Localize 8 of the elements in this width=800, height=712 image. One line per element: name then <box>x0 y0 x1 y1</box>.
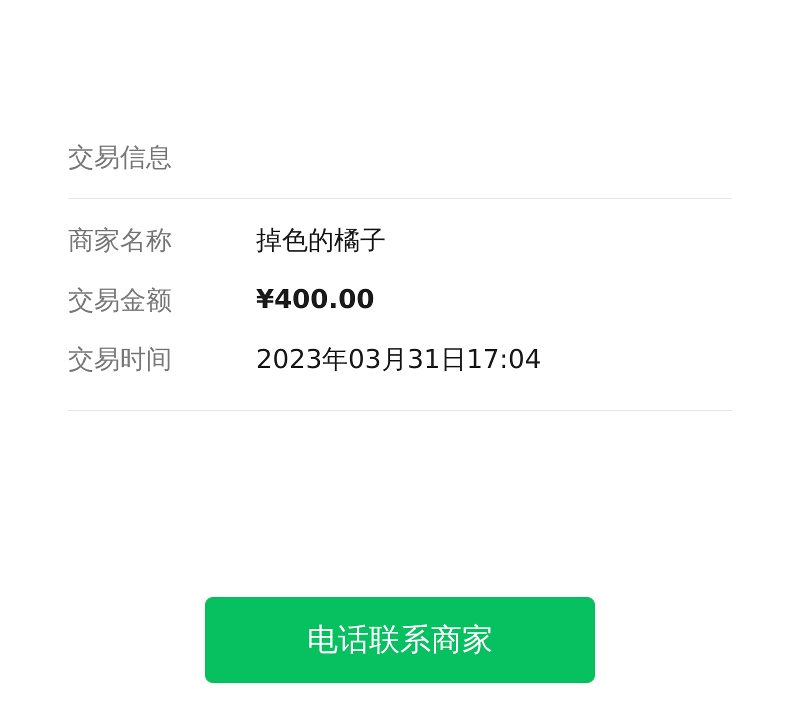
field-label: 交易时间 <box>68 344 173 378</box>
section-title: 交易信息 <box>68 142 173 175</box>
field-value: 掉色的橘子 <box>256 225 386 258</box>
call-merchant-button[interactable]: 电话联系商家 <box>205 596 595 682</box>
field-label: 商家名称 <box>68 225 173 258</box>
field-value: 2023年03月31日17:04 <box>256 344 542 378</box>
field-value: ¥400.00 <box>256 285 374 316</box>
field-label: 交易金额 <box>68 284 173 318</box>
